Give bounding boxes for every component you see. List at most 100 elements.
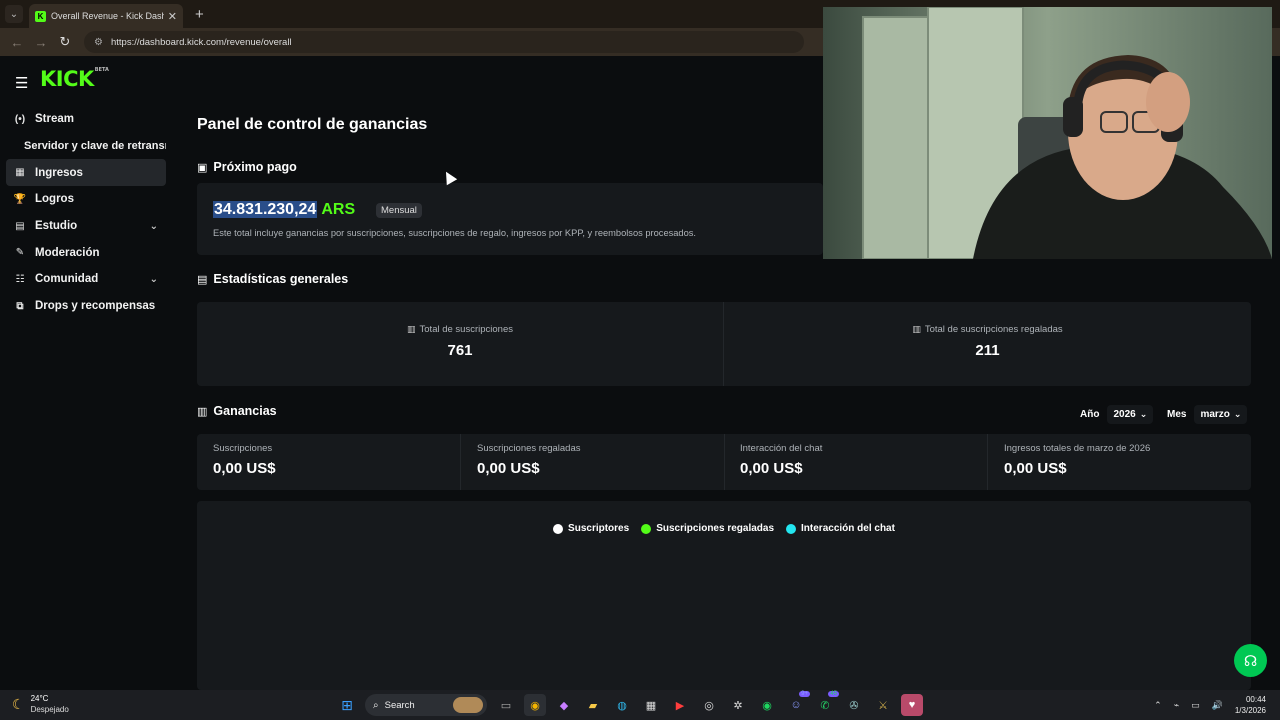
section-title: Estadísticas generales — [213, 272, 349, 286]
spotify-icon[interactable]: ◉ — [756, 694, 778, 716]
whatsapp-icon[interactable]: ✆ 45 — [814, 691, 839, 716]
weather-widget[interactable]: ☾ 24°C Despejado — [12, 693, 69, 715]
legend-label: Suscriptores — [568, 523, 630, 534]
general-stats-heading: ▤ Estadísticas generales — [197, 272, 348, 286]
legend-item-gifted[interactable]: Suscripciones regaladas — [641, 523, 774, 534]
beta-tag: BETA — [94, 67, 109, 73]
whatsapp-badge: 45 — [828, 691, 839, 697]
chevron-down-icon: ⌄ — [1139, 409, 1148, 419]
taskbar-search[interactable]: ⌕ Search — [365, 694, 487, 716]
legend-dot — [786, 523, 797, 534]
earnings-label: Interacción del chat — [740, 443, 823, 454]
stat-value: 211 — [975, 342, 1000, 359]
payment-amount-value: 34.831.230,24 — [213, 201, 318, 218]
steam-icon[interactable]: ✇ — [843, 694, 865, 716]
payment-currency: ARS — [321, 201, 356, 218]
search-highlight-image — [453, 697, 483, 713]
revenue-icon: ▦ — [15, 167, 25, 179]
payment-amount: 34.831.230,24 ARS — [213, 201, 355, 219]
legend-dot — [641, 523, 652, 534]
network-icon[interactable]: ⌁ — [1174, 700, 1179, 711]
studio-icon: ▤ — [15, 220, 25, 232]
general-stats-card: ▥ Total de suscripciones 761 ▥ Total de su… — [197, 302, 1251, 386]
chevron-up-icon[interactable]: ⌃ — [1154, 700, 1162, 711]
tab-list-button[interactable]: ⌄ — [5, 5, 23, 23]
section-title: Próximo pago — [213, 160, 297, 174]
back-icon[interactable]: ← — [10, 35, 24, 50]
frequency-badge: Mensual — [376, 203, 422, 218]
sidebar-item-label: Comunidad — [35, 273, 99, 286]
sidebar-item-community[interactable]: ☷ Comunidad ⌄ — [6, 266, 166, 293]
recorder-icon[interactable]: ◎ — [698, 694, 720, 716]
chevron-down-icon[interactable]: ⌄ — [150, 221, 158, 232]
sidebar-item-revenue[interactable]: ▦ Ingresos — [6, 159, 166, 187]
windows-start-icon[interactable]: ⊞ — [336, 694, 358, 716]
site-info-icon[interactable]: ⚙ — [94, 37, 103, 48]
store-icon[interactable]: ▦ — [640, 694, 662, 716]
sidebar-item-label: Servidor y clave de retransmisión — [24, 140, 166, 153]
month-label: Mes — [1167, 409, 1187, 420]
next-payment-card: 34.831.230,24 ARS Mensual Este total incl… — [197, 183, 823, 255]
earnings-value: 0,00 US$ — [213, 460, 276, 477]
sidebar-item-achievements[interactable]: 🏆 Logros — [6, 186, 166, 213]
sidebar-item-label: Estudio — [35, 220, 78, 233]
weather-desc: Despejado — [30, 705, 69, 714]
stat-label: Total de suscripciones regaladas — [924, 324, 1063, 335]
legend-item-subscribers[interactable]: Suscriptores — [553, 523, 629, 534]
legend-item-chat[interactable]: Interacción del chat — [786, 523, 895, 534]
chevron-down-icon[interactable]: ⌄ — [150, 274, 158, 285]
month-value: marzo — [1200, 409, 1230, 420]
year-selector: Año 2026 ⌄ — [1080, 405, 1154, 424]
menu-icon[interactable]: ☰ — [15, 74, 28, 92]
forward-icon[interactable]: → — [34, 35, 48, 50]
stat-value: 761 — [447, 342, 473, 359]
broadcast-icon: (•) — [14, 113, 26, 125]
volume-icon[interactable]: 🔊 — [1212, 700, 1223, 711]
community-icon: ☷ — [15, 273, 25, 285]
earnings-value: 0,00 US$ — [1004, 460, 1067, 477]
address-bar[interactable]: ⚙ https://dashboard.kick.com/revenue/ove… — [84, 31, 804, 53]
league-icon[interactable]: ⚔ — [872, 694, 894, 716]
search-placeholder: Search — [384, 699, 415, 711]
tab-title: Overall Revenue - Kick Dashbo... — [51, 11, 164, 21]
earnings-subs: Suscripciones 0,00 US$ — [197, 434, 460, 490]
chrome-icon[interactable]: ◉ — [524, 694, 546, 716]
clock-time: 00:44 — [1245, 695, 1266, 704]
bar-chart-icon: ▥ — [407, 324, 416, 334]
sidebar-item-label: Drops y recompensas — [35, 300, 156, 313]
sidebar: (•) Stream Servidor y clave de retransmi… — [6, 106, 166, 320]
browser-tab[interactable]: K Overall Revenue - Kick Dashbo... ✕ — [29, 4, 183, 28]
chatgpt-icon[interactable]: ✲ — [727, 694, 749, 716]
webcam-image — [823, 7, 1272, 259]
app-icon[interactable]: ♥ — [901, 694, 923, 716]
discord-icon[interactable]: ☺ 9+ — [785, 691, 810, 716]
webcam-overlay — [823, 7, 1272, 259]
sidebar-item-studio[interactable]: ▤ Estudio ⌄ — [6, 213, 166, 240]
system-tray: ⌃ ⌁ ▭ 🔊 00:44 1/3/2026 — [1154, 690, 1280, 720]
earnings-heading: ▥ Ganancias — [197, 404, 277, 418]
sidebar-item-moderation[interactable]: ✎ Moderación — [6, 239, 166, 266]
new-tab-button[interactable]: + — [195, 6, 204, 23]
sidebar-item-stream[interactable]: (•) Stream — [6, 106, 166, 133]
bar-chart-icon: ▥ — [912, 324, 921, 334]
bar-chart-icon: ▥ — [197, 405, 208, 418]
youtube-icon[interactable]: ▶ — [669, 694, 691, 716]
month-selector: Mes marzo ⌄ — [1167, 405, 1248, 424]
copilot-icon[interactable]: ◆ — [553, 694, 575, 716]
sidebar-item-stream-key[interactable]: Servidor y clave de retransmisión — [6, 133, 166, 160]
clock[interactable]: 00:44 1/3/2026 — [1235, 694, 1266, 716]
year-dropdown[interactable]: 2026 ⌄ — [1107, 405, 1154, 424]
help-chat-button[interactable]: ☊ — [1234, 644, 1267, 677]
reload-icon[interactable]: ↻ — [58, 34, 72, 50]
sidebar-item-drops[interactable]: ⧉ Drops y recompensas — [6, 293, 166, 320]
file-explorer-icon[interactable]: ▰ — [582, 694, 604, 716]
headset-icon: ☊ — [1243, 652, 1258, 670]
edge-icon[interactable]: ◍ — [611, 694, 633, 716]
wallet-icon: ▣ — [197, 161, 208, 174]
display-icon[interactable]: ▭ — [1191, 700, 1200, 711]
task-view-icon[interactable]: ▭ — [495, 694, 517, 716]
close-tab-icon[interactable]: ✕ — [168, 10, 177, 23]
kick-logo[interactable]: KICKBETA — [40, 67, 109, 91]
legend-dot — [553, 523, 564, 534]
month-dropdown[interactable]: marzo ⌄ — [1194, 405, 1248, 424]
